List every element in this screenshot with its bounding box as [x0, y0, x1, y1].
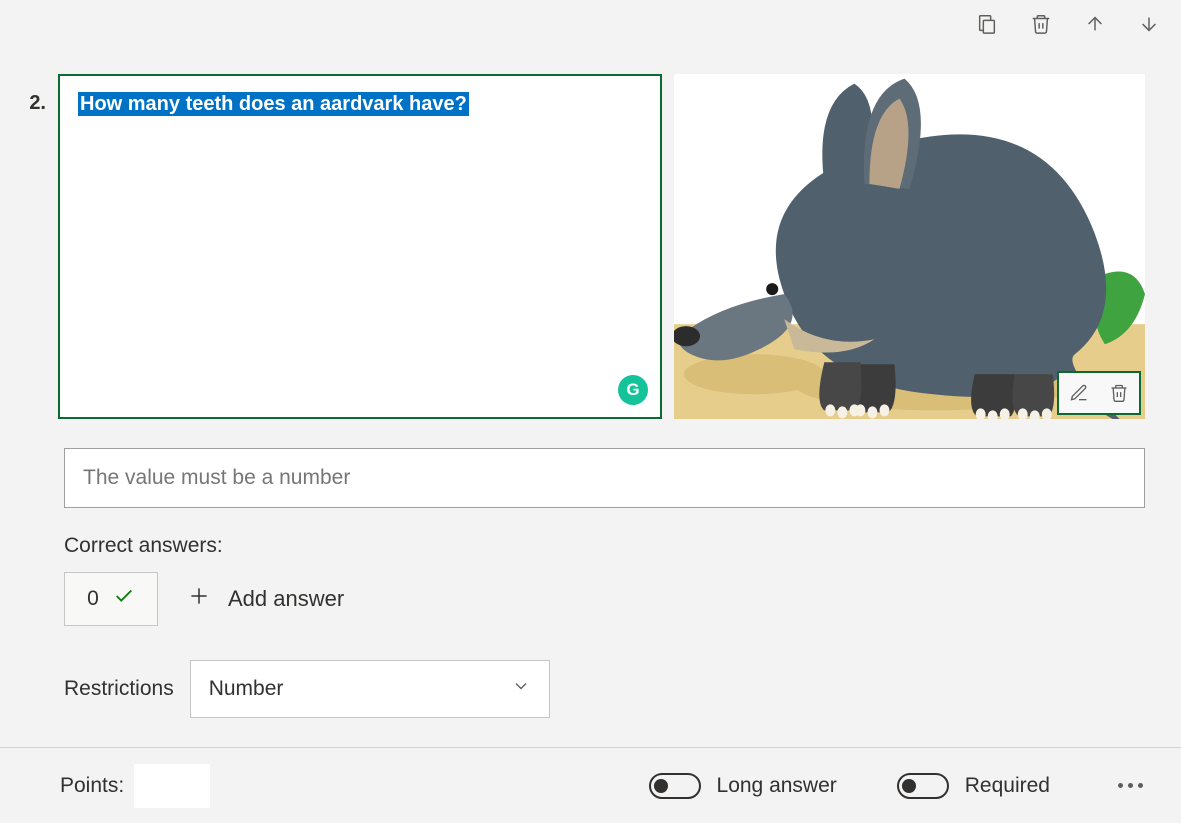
- restrictions-select[interactable]: Number: [190, 660, 550, 718]
- long-answer-toggle[interactable]: [649, 773, 701, 799]
- question-toolbar: [975, 12, 1161, 36]
- long-answer-toggle-group: Long answer: [649, 773, 837, 799]
- add-answer-button[interactable]: Add answer: [186, 583, 344, 615]
- question-text-editor[interactable]: How many teeth does an aardvark have? G: [58, 74, 662, 419]
- plus-icon: [186, 583, 212, 615]
- restrictions-row: Restrictions Number: [64, 660, 550, 718]
- question-number: 2.: [18, 74, 46, 115]
- trash-icon[interactable]: [1099, 373, 1139, 413]
- restrictions-label: Restrictions: [64, 677, 174, 701]
- pencil-icon[interactable]: [1059, 373, 1099, 413]
- grammarly-icon[interactable]: G: [618, 375, 648, 405]
- correct-answers-label: Correct answers:: [64, 534, 223, 558]
- required-toggle-group: Required: [897, 773, 1050, 799]
- required-label: Required: [965, 774, 1050, 798]
- points-input[interactable]: [134, 764, 210, 808]
- image-actions: [1057, 371, 1141, 415]
- arrow-down-icon[interactable]: [1137, 12, 1161, 36]
- checkmark-icon: [113, 585, 135, 613]
- validation-message[interactable]: The value must be a number: [64, 448, 1145, 508]
- correct-answer-chip[interactable]: 0: [64, 572, 158, 626]
- question-image: [674, 74, 1145, 419]
- aardvark-illustration: [674, 74, 1145, 419]
- question-row: 2. How many teeth does an aardvark have?…: [18, 74, 1145, 419]
- trash-icon[interactable]: [1029, 12, 1053, 36]
- question-footer: Points: Long answer Required: [0, 747, 1181, 823]
- restrictions-value: Number: [209, 677, 284, 701]
- long-answer-label: Long answer: [717, 774, 837, 798]
- copy-icon[interactable]: [975, 12, 999, 36]
- correct-answers-row: 0 Add answer: [64, 572, 344, 626]
- question-text[interactable]: How many teeth does an aardvark have?: [78, 92, 469, 116]
- points-label: Points:: [60, 774, 124, 798]
- required-toggle[interactable]: [897, 773, 949, 799]
- add-answer-label: Add answer: [228, 586, 344, 612]
- correct-answer-value: 0: [87, 587, 99, 611]
- chevron-down-icon: [511, 676, 531, 702]
- arrow-up-icon[interactable]: [1083, 12, 1107, 36]
- more-options-icon[interactable]: [1110, 775, 1151, 796]
